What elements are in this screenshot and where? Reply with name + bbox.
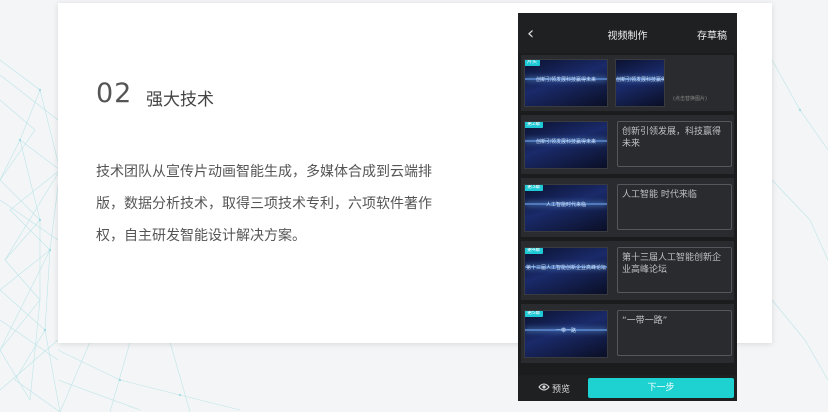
thumbnail-caption: 一带一路 — [555, 328, 576, 334]
scene-badge: 第2幕 — [525, 122, 544, 128]
eye-icon[interactable] — [538, 382, 550, 392]
preview-button[interactable]: 预览 — [552, 382, 570, 395]
scene-row: 第十三届人工智能创新企业高峰论坛 第4幕 第十三届人工智能创新企业高峰论坛 — [521, 241, 734, 300]
scene-badge: 片头 — [525, 60, 541, 66]
scene-badge: 第5幕 — [525, 311, 544, 317]
scene-text-input[interactable]: “一带一路” — [617, 310, 732, 356]
scene-row: 一带一路 第5幕 “一带一路” — [521, 304, 734, 363]
section-number: 02 — [96, 78, 133, 109]
next-step-button[interactable]: 下一步 — [588, 378, 734, 398]
scene-row: 创新引领发展科技赢得未来 第2幕 创新引领发展，科技赢得未来 — [521, 115, 734, 174]
scene-text-input[interactable]: 第十三届人工智能创新企业高峰论坛 — [617, 247, 732, 293]
save-draft-button[interactable]: 存草稿 — [697, 27, 727, 42]
section-title: 强大技术 — [146, 90, 214, 110]
thumbnail-caption: 创新引领发展科技赢得未来 — [535, 139, 596, 145]
scene-row: 人工智能时代来临 第3幕 人工智能 时代来临 — [521, 178, 734, 237]
scene-thumbnail[interactable]: 第十三届人工智能创新企业高峰论坛 第4幕 — [524, 247, 608, 295]
scene-row-opening: 创新引领发展科技赢得未来 片头 创新引领发展科技赢得未来 (点击替换图片) — [521, 55, 734, 111]
section-description: 技术团队从宣传片动画智能生成，多媒体合成到云端排版，数据分析技术，取得三项技术专… — [96, 164, 432, 244]
phone-mockup: ‹ 视频制作 存草稿 创新引领发展科技赢得未来 片头 创新引领发展科技赢得未来 … — [518, 13, 737, 401]
scene-thumbnail[interactable]: 一带一路 第5幕 — [524, 310, 608, 358]
scene-thumbnail[interactable]: 创新引领发展科技赢得未来 第2幕 — [524, 121, 608, 169]
scene-text-input[interactable]: 人工智能 时代来临 — [617, 184, 732, 230]
scene-badge: 第4幕 — [525, 248, 544, 254]
replace-image-hint[interactable]: (点击替换图片) — [673, 95, 707, 102]
thumbnail-caption: 人工智能时代来临 — [545, 202, 586, 208]
scene-thumbnail[interactable]: 人工智能时代来临 第3幕 — [524, 184, 608, 232]
phone-footer: 预览 下一步 — [518, 375, 737, 401]
scene-badge: 第3幕 — [525, 185, 544, 191]
scene-text-input[interactable]: 创新引领发展，科技赢得未来 — [617, 121, 732, 167]
thumbnail-caption: 创新引领发展科技赢得未来 — [616, 77, 664, 83]
thumbnail-caption: 创新引领发展科技赢得未来 — [535, 77, 596, 83]
thumbnail-caption: 第十三届人工智能创新企业高峰论坛 — [525, 265, 606, 271]
scene-thumbnail[interactable]: 创新引领发展科技赢得未来 — [615, 59, 665, 107]
scene-thumbnail[interactable]: 创新引领发展科技赢得未来 片头 — [524, 59, 608, 107]
phone-header: ‹ 视频制作 存草稿 — [518, 13, 737, 53]
